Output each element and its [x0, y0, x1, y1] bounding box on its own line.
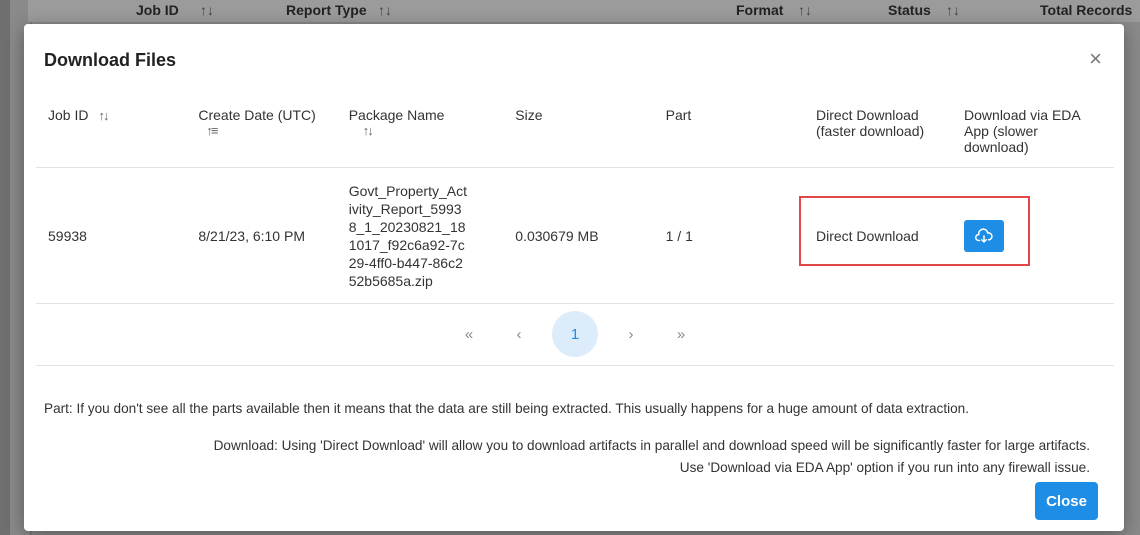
column-header-direct-download: Direct Download (faster download) — [803, 92, 953, 168]
package-name-text: Govt_Property_Activity_Report_59938_1_20… — [348, 182, 467, 289]
eda-download-button[interactable] — [964, 219, 1005, 252]
pagination: « ‹ 1 › » — [36, 303, 1114, 366]
column-header-eda-download: Download via EDA App (slower download) — [952, 92, 1114, 168]
part-note: Part: If you don't see all the parts ava… — [44, 401, 970, 416]
bg-sort-icon: ↑↓ — [946, 2, 960, 18]
table-row: 59938 8/21/23, 6:10 PM Govt_Property_Act… — [36, 167, 1114, 304]
bg-sort-icon: ↑↓ — [378, 2, 392, 18]
next-page-button[interactable]: › — [614, 326, 648, 343]
cell-part: 1 / 1 — [653, 167, 804, 304]
cell-direct-download: Direct Download — [803, 167, 953, 304]
first-page-button[interactable]: « — [452, 326, 486, 343]
bg-col-report-type: Report Type — [286, 2, 367, 18]
files-table: Job ID ↑↓ Create Date (UTC) ↑≡ Package Na… — [36, 92, 1114, 304]
page-number-button[interactable]: 1 — [552, 311, 598, 357]
cloud-download-icon — [975, 227, 993, 243]
bg-sort-icon: ↑↓ — [200, 2, 214, 18]
bg-col-job-id: Job ID — [136, 2, 179, 18]
cell-eda-download — [952, 167, 1114, 304]
table-header-row: Job ID ↑↓ Create Date (UTC) ↑≡ Package Na… — [36, 92, 1114, 168]
download-note-line-2: Use 'Download via EDA App' option if you… — [679, 460, 1090, 475]
bg-sort-icon: ↑↓ — [798, 2, 812, 18]
prev-page-button[interactable]: ‹ — [502, 326, 536, 343]
column-header-label: Package Name — [348, 107, 445, 123]
cell-create-date: 8/21/23, 6:10 PM — [186, 167, 337, 304]
bg-col-format: Format — [736, 2, 784, 18]
sort-asc-icon[interactable]: ↑≡ — [206, 123, 324, 138]
column-header-label: Create Date (UTC) — [198, 107, 316, 123]
sort-icon[interactable]: ↑↓ — [363, 123, 492, 138]
bg-col-status: Status — [888, 2, 931, 18]
cell-job-id: 59938 — [36, 167, 187, 304]
download-note-line-1: Download: Using 'Direct Download' will a… — [213, 438, 1090, 453]
close-icon[interactable]: × — [1089, 48, 1102, 70]
modal-title: Download Files — [44, 50, 177, 70]
column-header-job-id[interactable]: Job ID ↑↓ — [36, 92, 187, 168]
last-page-button[interactable]: » — [664, 326, 698, 343]
cell-size: 0.030679 MB — [503, 167, 654, 304]
column-header-create-date[interactable]: Create Date (UTC) ↑≡ — [186, 92, 337, 168]
column-header-package-name[interactable]: Package Name ↑↓ — [336, 92, 504, 168]
cell-package-name: Govt_Property_Activity_Report_59938_1_20… — [336, 167, 504, 304]
bg-col-total-records: Total Records — [1040, 2, 1133, 18]
close-button[interactable]: Close — [1035, 482, 1098, 520]
column-header-label: Job ID — [48, 107, 89, 123]
background-table-header: Job ID ↑↓ Report Type ↑↓ Format ↑↓ Statu… — [28, 0, 1140, 22]
column-header-part: Part — [653, 92, 804, 168]
download-note: Download: Using 'Direct Download' will a… — [214, 435, 1090, 479]
sort-icon[interactable]: ↑↓ — [98, 108, 109, 123]
column-header-size: Size — [503, 92, 654, 168]
direct-download-link[interactable]: Direct Download — [816, 228, 919, 244]
download-files-modal: Download Files × Job ID ↑↓ Create Date (U… — [24, 24, 1124, 531]
